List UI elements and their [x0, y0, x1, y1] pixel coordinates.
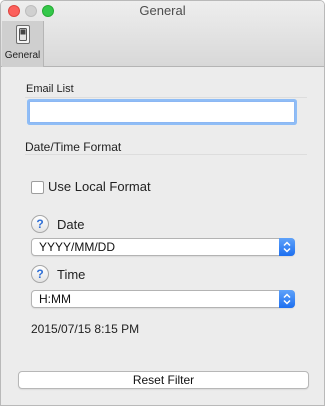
date-time-format-heading: Date/Time Format: [25, 140, 122, 154]
use-local-format-label[interactable]: Use Local Format: [48, 179, 151, 194]
time-format-select[interactable]: H:MM: [31, 290, 295, 308]
general-pane: Email List Date/Time Format Use Local Fo…: [1, 68, 324, 405]
reset-filter-button[interactable]: Reset Filter: [18, 371, 309, 389]
window-title: General: [139, 3, 186, 18]
email-list-label: Email List: [26, 83, 74, 95]
date-format-select[interactable]: YYYY/MM/DD: [31, 238, 295, 256]
date-time-format-divider: [25, 154, 307, 155]
switch-icon: [16, 25, 30, 44]
preferences-window: General General Email List Date/Time For…: [0, 0, 325, 406]
time-help-button[interactable]: ?: [31, 265, 49, 283]
use-local-format-checkbox[interactable]: [31, 181, 44, 194]
tab-general[interactable]: General: [2, 21, 44, 67]
email-list-input[interactable]: [29, 101, 295, 123]
date-format-value: YYYY/MM/DD: [39, 240, 116, 254]
updown-arrows-icon: [279, 238, 295, 256]
email-list-divider: [25, 97, 307, 98]
tab-general-label: General: [4, 50, 41, 61]
title-bar: General General: [1, 1, 324, 67]
updown-arrows-icon: [279, 290, 295, 308]
time-format-value: H:MM: [39, 292, 71, 306]
date-time-preview: 2015/07/15 8:15 PM: [31, 322, 140, 336]
date-help-button[interactable]: ?: [31, 215, 49, 233]
time-label: Time: [57, 267, 86, 282]
date-label: Date: [57, 217, 85, 232]
